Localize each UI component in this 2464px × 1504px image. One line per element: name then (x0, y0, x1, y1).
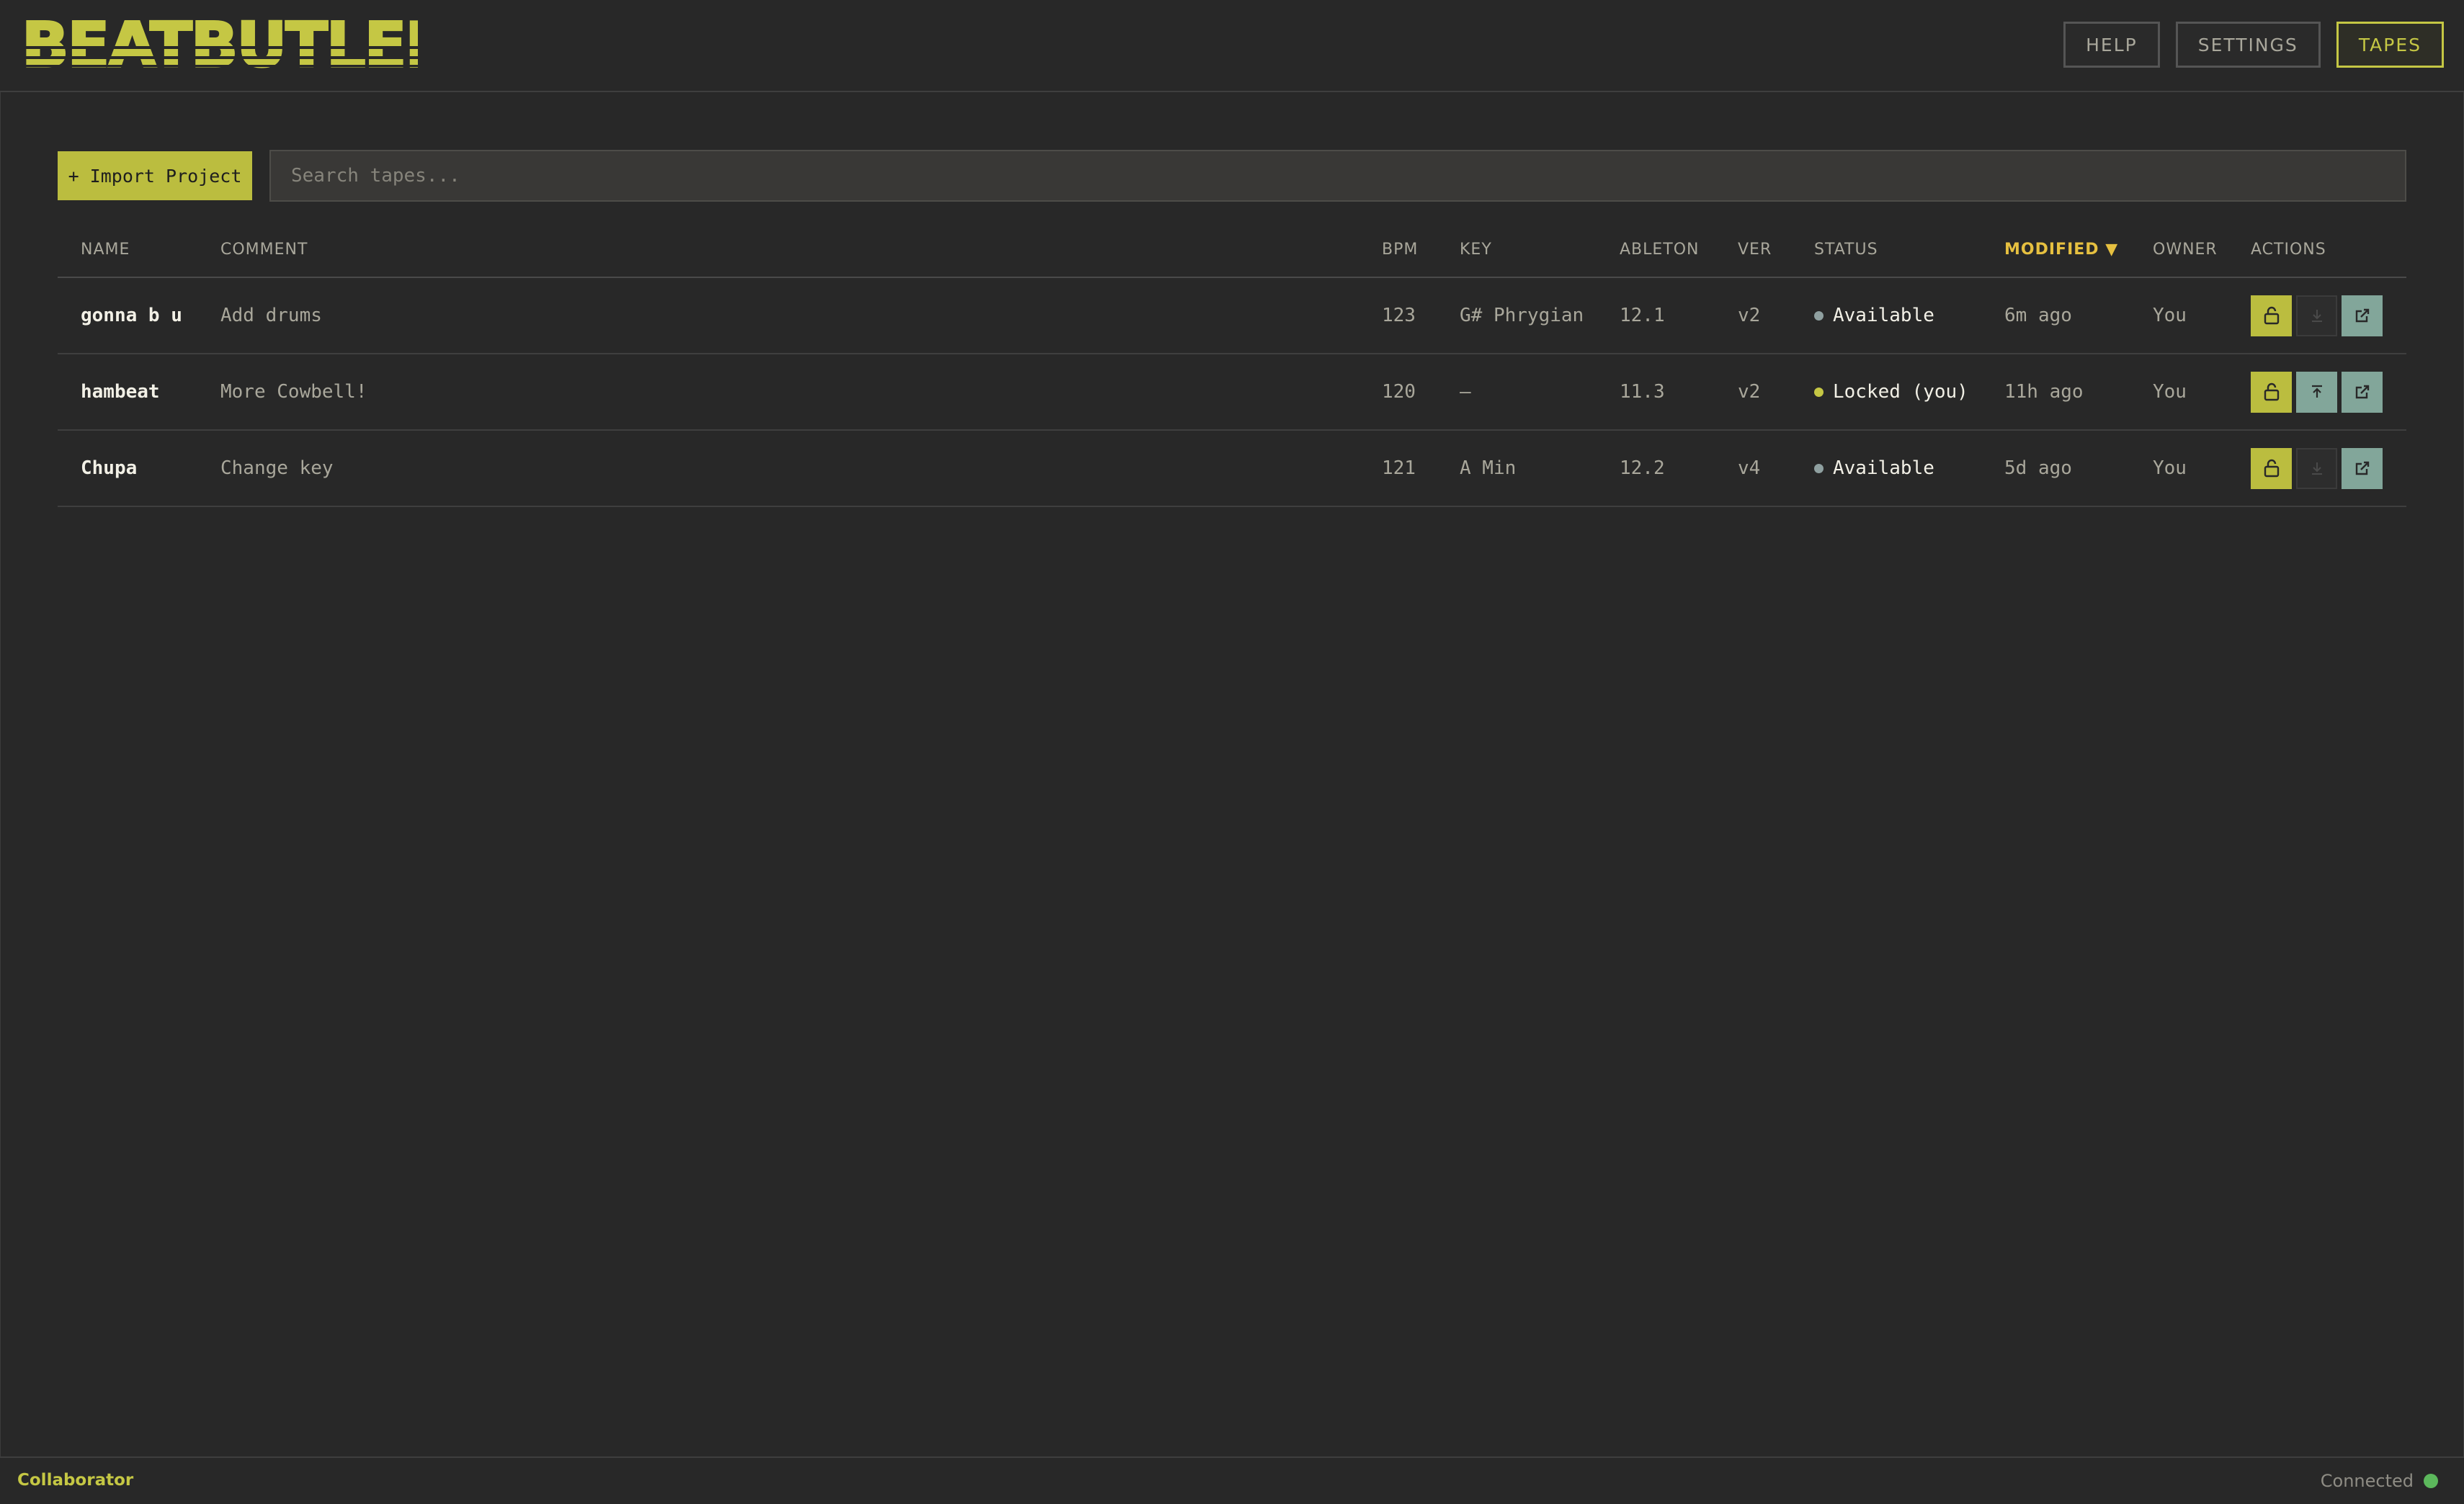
help-button[interactable]: HELP (2063, 22, 2160, 68)
header-ver[interactable]: VER (1738, 241, 1772, 259)
tape-key: – (1460, 381, 1471, 403)
external-link-icon (2355, 385, 2369, 399)
tape-ableton-version: 12.1 (1620, 305, 1665, 326)
tape-version: v4 (1738, 457, 1761, 479)
status-badge: Available (1814, 431, 1934, 506)
status-dot (1814, 387, 1824, 397)
tapes-table: NAME COMMENT BPM KEY ABLETON VER STATUS … (58, 230, 2406, 507)
tape-ableton-version: 11.3 (1620, 381, 1665, 403)
header-bpm[interactable]: BPM (1382, 241, 1418, 259)
import-project-button[interactable]: + Import Project (58, 151, 252, 200)
tape-modified: 11h ago (2004, 381, 2084, 403)
tape-name: gonna b u (81, 305, 182, 326)
tape-modified: 6m ago (2004, 305, 2072, 326)
tape-owner: You (2153, 381, 2187, 403)
tape-ableton-version: 12.2 (1620, 457, 1665, 479)
lock-open-icon (2264, 382, 2279, 401)
lock-button[interactable] (2251, 295, 2292, 336)
status-dot (1814, 463, 1824, 473)
search-input[interactable] (290, 164, 2386, 187)
tape-key: G# Phrygian (1460, 305, 1584, 326)
status-text: Available (1833, 305, 1934, 326)
external-link-icon (2355, 461, 2369, 475)
open-button[interactable] (2342, 295, 2383, 336)
external-link-icon (2355, 308, 2369, 323)
tape-owner: You (2153, 457, 2187, 479)
header-modified[interactable]: MODIFIED ▼ (2004, 241, 2118, 259)
header-comment[interactable]: COMMENT (220, 241, 308, 259)
tape-bpm: 121 (1382, 457, 1416, 479)
header-name[interactable]: NAME (81, 241, 130, 259)
app-window (0, 0, 2464, 1503)
connection-text: Connected (2320, 1471, 2414, 1491)
connection-dot (2424, 1474, 2438, 1488)
download-icon (2311, 462, 2322, 475)
main-nav: HELP SETTINGS TAPES (2063, 22, 2444, 68)
header-status[interactable]: STATUS (1814, 241, 1878, 259)
row-actions (2251, 431, 2383, 506)
table-row[interactable]: Chupa Change key 121 A Min 12.2 v4 Avail… (58, 431, 2406, 507)
settings-button[interactable]: SETTINGS (2175, 22, 2321, 68)
download-button[interactable] (2296, 447, 2337, 489)
tape-name: Chupa (81, 457, 138, 479)
table-row[interactable]: hambeat More Cowbell! 120 – 11.3 v2 Lock… (58, 354, 2406, 431)
open-button[interactable] (2342, 447, 2383, 489)
status-dot (1814, 310, 1824, 321)
tapes-button[interactable]: TAPES (2336, 22, 2444, 68)
header-key[interactable]: KEY (1460, 241, 1492, 259)
connection-status: Connected (2321, 1471, 2438, 1491)
tape-version: v2 (1738, 305, 1761, 326)
beatbutler-logo: BEATBUTLER (22, 16, 418, 73)
lock-button[interactable] (2251, 371, 2292, 413)
lock-open-icon (2264, 306, 2279, 325)
open-button[interactable] (2342, 371, 2383, 413)
header-owner[interactable]: OWNER (2153, 241, 2218, 259)
tape-name: hambeat (81, 381, 160, 403)
row-actions (2251, 354, 2383, 429)
toolbar: + Import Project (58, 150, 2406, 202)
tape-key: A Min (1460, 457, 1517, 479)
tape-bpm: 120 (1382, 381, 1416, 403)
status-badge: Locked (you) (1814, 354, 1968, 429)
app-header: BEATBUTLER HELP SETTINGS TAPES (0, 0, 2464, 92)
table-header: NAME COMMENT BPM KEY ABLETON VER STATUS … (58, 230, 2406, 278)
search-box (269, 150, 2406, 202)
tape-comment: Change key (220, 457, 334, 479)
status-text: Available (1833, 457, 1934, 479)
tape-comment: Add drums (220, 305, 322, 326)
status-bar: Collaborator Connected (0, 1456, 2464, 1504)
status-badge: Available (1814, 278, 1934, 353)
row-actions (2251, 278, 2383, 353)
tape-modified: 5d ago (2004, 457, 2072, 479)
upload-icon (2311, 385, 2322, 398)
tape-bpm: 123 (1382, 305, 1416, 326)
lock-open-icon (2264, 459, 2279, 478)
tape-comment: More Cowbell! (220, 381, 367, 403)
download-button[interactable] (2296, 295, 2337, 336)
tape-owner: You (2153, 305, 2187, 326)
header-ableton[interactable]: ABLETON (1620, 241, 1700, 259)
status-text: Locked (you) (1833, 381, 1968, 403)
table-row[interactable]: gonna b u Add drums 123 G# Phrygian 12.1… (58, 278, 2406, 354)
header-actions: ACTIONS (2251, 241, 2326, 259)
upload-button[interactable] (2296, 371, 2337, 413)
tape-version: v2 (1738, 381, 1761, 403)
lock-button[interactable] (2251, 447, 2292, 489)
download-icon (2311, 310, 2322, 322)
user-role: Collaborator (17, 1471, 134, 1490)
